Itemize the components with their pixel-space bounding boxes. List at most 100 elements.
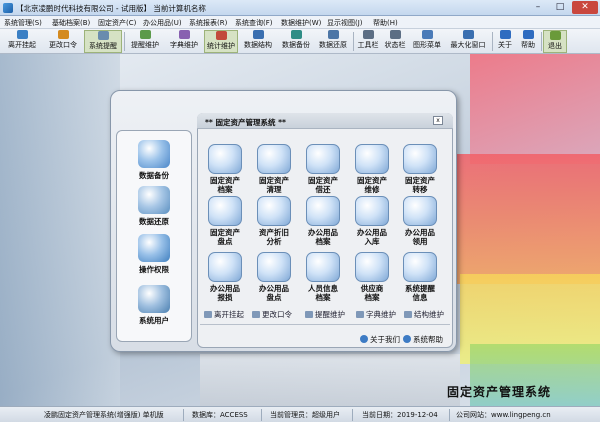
shortcut-permissions[interactable]: 操作权限	[118, 234, 190, 275]
func-supplies-in[interactable]: 办公用品 入库	[350, 196, 394, 246]
toolbar-help-button[interactable]: 帮助	[517, 30, 539, 53]
func-supplies-file[interactable]: 办公用品 档案	[301, 196, 345, 246]
menu-system[interactable]: 系统管理(S)	[4, 18, 42, 28]
key-icon	[57, 30, 69, 39]
toolbar-maximize-window-button[interactable]: 最大化窗口	[446, 30, 490, 53]
menu-maintenance[interactable]: 数据维护(W)	[281, 18, 321, 28]
database-icon	[404, 311, 412, 318]
backup-icon	[290, 30, 302, 39]
toolbar-exit-button[interactable]: 退出	[543, 30, 567, 53]
statusbar-icon	[389, 30, 401, 39]
asset-inventory-icon	[208, 196, 242, 226]
func-supplies-loss[interactable]: 办公用品 报损	[203, 252, 247, 302]
title-bar: 【北京凌鹏时代科技有限公司 - 试用版】 当前计算机名称 – □ ✕	[0, 0, 600, 16]
brand-banner: 固定资产管理系统	[447, 385, 552, 399]
toolbar-change-password-button[interactable]: 更改口令	[43, 30, 83, 53]
status-database: 数据库：ACCESS	[192, 411, 248, 419]
menu-reports[interactable]: 系统报表(R)	[189, 18, 227, 28]
func-asset-repair[interactable]: 固定资产 维修	[350, 144, 394, 194]
menu-basic-files[interactable]: 基础档案(B)	[52, 18, 90, 28]
link-reminder-maint[interactable]: 提醒维护	[305, 309, 345, 320]
link-about-us[interactable]: 关于我们	[360, 334, 400, 345]
toolbar-separator	[492, 32, 493, 51]
menu-fixed-assets[interactable]: 固定资产(C)	[98, 18, 136, 28]
link-structure-maint[interactable]: 结构维护	[404, 309, 444, 320]
shortcut-data-restore[interactable]: 数据还原	[118, 186, 190, 227]
toolbar-suspend-button[interactable]: 离开挂起	[2, 30, 42, 53]
toolbar-backup-button[interactable]: 数据备份	[278, 30, 314, 53]
func-supplies-receive[interactable]: 办公用品 领用	[398, 196, 442, 246]
asset-transfer-icon	[403, 144, 437, 174]
panel-divider	[200, 324, 450, 325]
menu-query[interactable]: 系统查询(F)	[235, 18, 273, 28]
toolbar-about-button[interactable]: 关于	[494, 30, 516, 53]
status-product: 凌鹏固定资产管理系统(增强版) 单机版	[44, 411, 164, 419]
function-panel-title: ** 固定资产管理系统 **	[205, 118, 286, 127]
func-asset-transfer[interactable]: 固定资产 转移	[398, 144, 442, 194]
status-separator	[352, 409, 353, 421]
func-supplier[interactable]: 供应商 档案	[350, 252, 394, 302]
menu-view[interactable]: 显示视图(J)	[327, 18, 363, 28]
menu-bar: 系统管理(S) 基础档案(B) 固定资产(C) 办公用品(U) 系统报表(R) …	[0, 16, 600, 29]
status-website: 公司网站：www.lingpeng.cn	[456, 411, 551, 419]
pause-icon	[204, 311, 212, 318]
exit-icon	[549, 31, 561, 40]
minimize-button[interactable]: –	[527, 1, 549, 14]
data-restore-icon	[138, 186, 170, 214]
pause-icon	[16, 30, 28, 39]
link-change-password[interactable]: 更改口令	[252, 309, 292, 320]
func-asset-inventory[interactable]: 固定资产 盘点	[203, 196, 247, 246]
toolbar-separator	[124, 32, 125, 51]
toolbar-dictionary-button[interactable]: 字典维护	[165, 30, 203, 53]
toolbar-restore-button[interactable]: 数据还原	[315, 30, 351, 53]
asset-borrow-icon	[306, 144, 340, 174]
toolbar-toggle-toolbar-button[interactable]: 工具栏	[355, 30, 381, 53]
toolbar-icon	[362, 30, 374, 39]
bell-icon	[97, 31, 109, 40]
close-button[interactable]: ✕	[572, 1, 598, 14]
func-asset-clean[interactable]: 固定资产 清理	[252, 144, 296, 194]
book-icon	[356, 311, 364, 318]
toolbar-reminder-button[interactable]: 系统提醒	[84, 30, 122, 53]
orange-block-decoration	[455, 154, 600, 284]
personnel-icon	[306, 252, 340, 282]
link-dictionary-maint[interactable]: 字典维护	[356, 309, 396, 320]
toolbar: 离开挂起 更改口令 系统提醒 提醒维护 字典维护 统计维护 数据结构 数据备份 …	[0, 29, 600, 54]
info-icon	[499, 30, 511, 39]
shortcut-system-users[interactable]: 系统用户	[118, 285, 190, 326]
supplies-receive-icon	[403, 196, 437, 226]
func-reminder-info[interactable]: 系统提醒 信息	[398, 252, 442, 302]
func-supplies-inventory[interactable]: 办公用品 盘点	[252, 252, 296, 302]
menu-help[interactable]: 帮助(H)	[373, 18, 398, 28]
toolbar-data-structure-button[interactable]: 数据结构	[239, 30, 277, 53]
toolbar-toggle-statusbar-button[interactable]: 状态栏	[382, 30, 408, 53]
shortcut-data-backup[interactable]: 数据备份	[118, 140, 190, 181]
toolbar-graphic-menu-button[interactable]: 图形菜单	[409, 30, 445, 53]
menu-office-supplies[interactable]: 办公用品(U)	[143, 18, 182, 28]
toolbar-reminder-maint-button[interactable]: 提醒维护	[126, 30, 164, 53]
supplies-file-icon	[306, 196, 340, 226]
window-title: 【北京凌鹏时代科技有限公司 - 试用版】 当前计算机名称	[16, 4, 206, 13]
func-depreciation[interactable]: 资产折旧 分析	[252, 196, 296, 246]
red-block-decoration	[470, 54, 600, 164]
restore-icon	[327, 30, 339, 39]
func-asset-borrow[interactable]: 固定资产 借还	[301, 144, 345, 194]
depreciation-icon	[257, 196, 291, 226]
data-backup-icon	[138, 140, 170, 168]
bell-edit-icon	[139, 30, 151, 39]
graphic-menu-icon	[421, 30, 433, 39]
system-user-icon	[138, 285, 170, 313]
asset-clean-icon	[257, 144, 291, 174]
func-asset-file[interactable]: 固定资产 档案	[203, 144, 247, 194]
func-personnel[interactable]: 人员信息 档案	[301, 252, 345, 302]
asset-file-icon	[208, 144, 242, 174]
folder-permission-icon	[138, 234, 170, 262]
maximize-button[interactable]: □	[549, 1, 571, 14]
function-panel-close-icon[interactable]: x	[433, 116, 443, 125]
book-icon	[178, 30, 190, 39]
link-system-help[interactable]: 系统帮助	[403, 334, 443, 345]
link-suspend[interactable]: 离开挂起	[204, 309, 244, 320]
toolbar-separator	[353, 32, 354, 51]
toolbar-stats-button[interactable]: 统计维护	[204, 30, 238, 53]
supplies-inventory-icon	[257, 252, 291, 282]
